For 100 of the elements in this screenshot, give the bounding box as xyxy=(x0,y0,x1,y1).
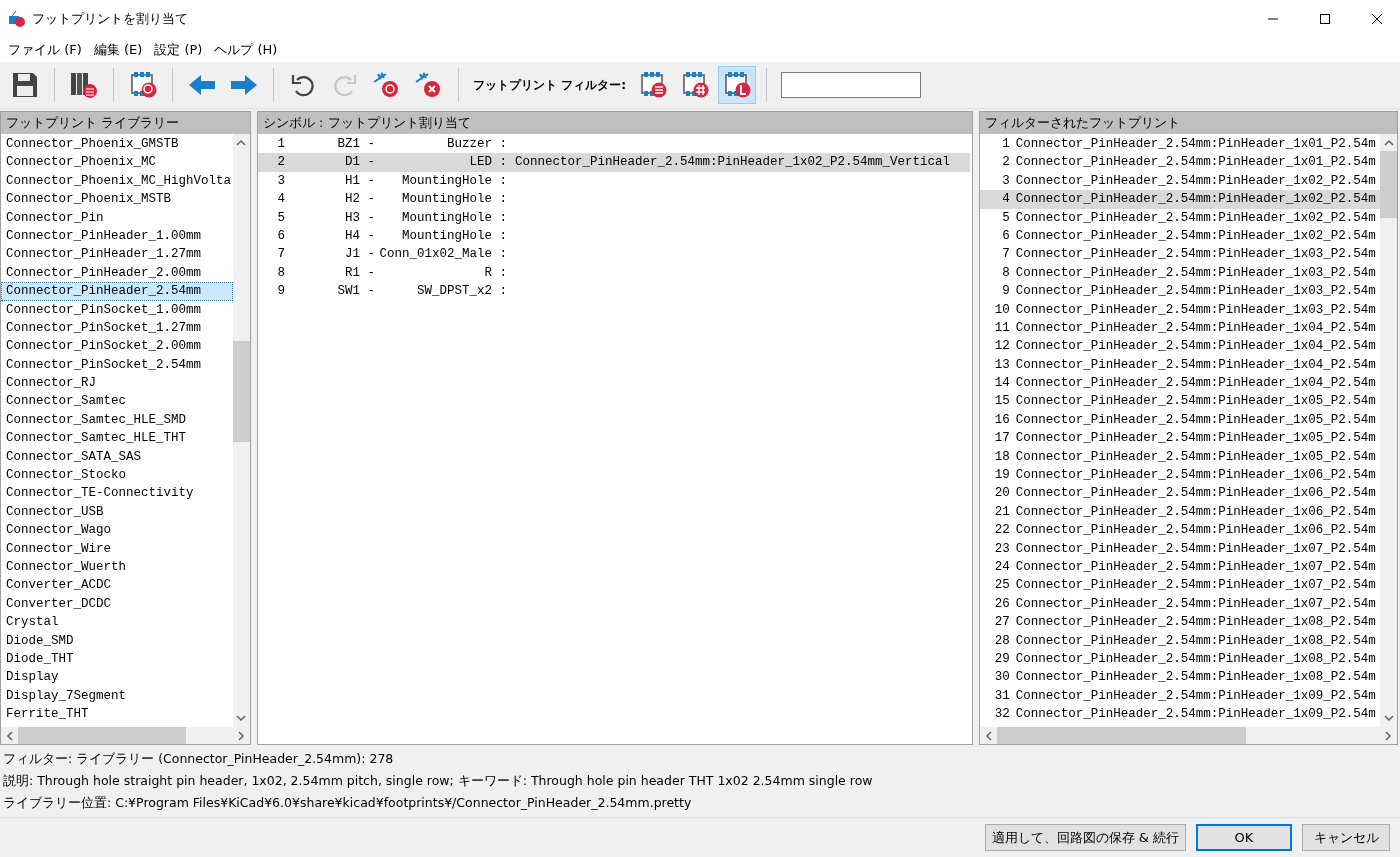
footprint-item[interactable]: 12 Connector_PinHeader_2.54mm:PinHeader_1x04_P2.54m xyxy=(979,337,1380,356)
row-number: 6 xyxy=(1001,227,1010,245)
footprint-item[interactable]: 24 Connector_PinHeader_2.54mm:PinHeader_1x07_P2.54m xyxy=(979,558,1380,577)
footprint-item[interactable]: 5 Connector_PinHeader_2.54mm:PinHeader_1x02_P2.54m xyxy=(979,208,1380,227)
library-item[interactable]: Crystal xyxy=(1,613,233,632)
library-item[interactable]: Connector_TE-Connectivity xyxy=(1,484,233,503)
footprint-item[interactable]: 18 Connector_PinHeader_2.54mm:PinHeader_1x05_P2.54m xyxy=(979,447,1380,467)
library-item[interactable]: Connector_Wire xyxy=(1,539,233,558)
scroll-left-icon[interactable] xyxy=(6,730,13,741)
library-item[interactable]: Diode_SMD xyxy=(1,631,233,650)
footprint-item[interactable]: 7 Connector_PinHeader_2.54mm:PinHeader_1x03_P2.54m xyxy=(979,245,1380,264)
footprint-item[interactable]: 2 Connector_PinHeader_2.54mm:PinHeader_1x01_P2.54m xyxy=(979,153,1380,172)
library-item[interactable]: Connector_Wuerth xyxy=(1,558,233,577)
library-item[interactable]: Ferrite_THT xyxy=(1,705,233,724)
close-icon[interactable] xyxy=(1372,14,1382,24)
library-item[interactable]: Connector_SATA_SAS xyxy=(1,447,233,467)
ok-button[interactable]: OK xyxy=(1196,824,1292,851)
footprint-item[interactable]: 21 Connector_PinHeader_2.54mm:PinHeader_1x06_P2.54m xyxy=(979,502,1380,522)
scrollbar-thumb[interactable] xyxy=(232,341,250,442)
footprint-item[interactable]: 32 Connector_PinHeader_2.54mm:PinHeader_1x09_P2.54m xyxy=(979,705,1380,724)
scroll-up-icon[interactable] xyxy=(236,139,247,146)
library-item[interactable]: Connector_Samtec xyxy=(1,392,233,411)
scrollbar-thumb[interactable] xyxy=(1380,151,1397,219)
footprint-item[interactable]: 15 Connector_PinHeader_2.54mm:PinHeader_1x05_P2.54m xyxy=(979,392,1380,411)
footprint-item[interactable]: 16 Connector_PinHeader_2.54mm:PinHeader_1x05_P2.54m xyxy=(979,410,1380,430)
symbol-row[interactable]: 4 H2 - MountingHole : xyxy=(257,190,970,209)
menu-item[interactable]: 設定 (P) xyxy=(148,41,209,59)
symbol-row[interactable]: 5 H3 - MountingHole : xyxy=(257,208,970,227)
footprint-item[interactable]: 6 Connector_PinHeader_2.54mm:PinHeader_1x02_P2.54m xyxy=(979,226,1380,246)
menu-item[interactable]: ファイル (F) xyxy=(2,41,88,59)
row-number: 19 xyxy=(993,467,1010,485)
library-item[interactable]: Connector_PinSocket_2.54mm xyxy=(1,355,233,375)
library-item[interactable]: Connector_Phoenix_MSTB xyxy=(1,190,233,209)
scroll-right-icon[interactable] xyxy=(237,730,245,741)
scroll-left-icon[interactable] xyxy=(984,730,992,741)
footprint-item[interactable]: 4 Connector_PinHeader_2.54mm:PinHeader_1x02_P2.54m xyxy=(979,190,1380,209)
library-item[interactable]: Connector_Phoenix_GMSTB xyxy=(1,135,233,154)
footprint-item[interactable]: 19 Connector_PinHeader_2.54mm:PinHeader_1x06_P2.54m xyxy=(979,466,1380,485)
library-item[interactable]: Connector_PinSocket_1.00mm xyxy=(1,300,233,319)
filter-search-field[interactable] xyxy=(781,72,921,98)
footprint-item[interactable]: 1 Connector_PinHeader_2.54mm:PinHeader_1x01_P2.54m xyxy=(979,135,1380,154)
library-filter-icon[interactable] xyxy=(718,66,756,104)
scrollbar-thumb[interactable] xyxy=(996,727,1246,744)
footprint-item[interactable]: 28 Connector_PinHeader_2.54mm:PinHeader_1x08_P2.54m xyxy=(979,631,1380,650)
footprint-name: Connector_PinHeader_2.54mm:PinHeader_1x08_P2.54m xyxy=(1015,632,1376,650)
footprint-item[interactable]: 20 Connector_PinHeader_2.54mm:PinHeader_1x06_P2.54m xyxy=(979,484,1380,503)
dialog-button[interactable]: 適用して、回路図の保存 & 続行 xyxy=(984,824,1186,851)
scroll-down-icon[interactable] xyxy=(1383,715,1394,722)
symbol-row[interactable]: 8 R1 - R : xyxy=(257,263,970,283)
footprint-item[interactable]: 23 Connector_PinHeader_2.54mm:PinHeader_1x07_P2.54m xyxy=(979,539,1380,558)
footprint-item[interactable]: 3 Connector_PinHeader_2.54mm:PinHeader_1x02_P2.54m xyxy=(979,171,1380,191)
footprint-item[interactable]: 10 Connector_PinHeader_2.54mm:PinHeader_1x03_P2.54m xyxy=(979,300,1380,319)
footprint-item[interactable]: 8 Connector_PinHeader_2.54mm:PinHeader_1x03_P2.54m xyxy=(979,263,1380,283)
menu-item[interactable]: 編集 (E) xyxy=(87,41,149,59)
library-item[interactable]: Converter_DCDC xyxy=(1,594,233,614)
library-item[interactable]: Connector_PinHeader_2.00mm xyxy=(1,263,233,283)
library-item[interactable]: Connector_USB xyxy=(1,502,233,522)
footprint-item[interactable]: 22 Connector_PinHeader_2.54mm:PinHeader_1x06_P2.54m xyxy=(979,521,1380,540)
symbol-row[interactable]: 1 BZ1 - Buzzer : xyxy=(257,135,970,154)
library-item[interactable]: Connector_PinHeader_2.54mm xyxy=(1,282,233,301)
symbol-row[interactable]: 9 SW1 - SW_DPST_x2 : xyxy=(257,282,970,301)
footprint-item[interactable]: 13 Connector_PinHeader_2.54mm:PinHeader_1x04_P2.54m xyxy=(979,355,1380,375)
scroll-right-icon[interactable] xyxy=(1385,730,1392,741)
dialog-button[interactable]: キャンセル xyxy=(1302,824,1390,851)
scrollbar-thumb[interactable] xyxy=(18,727,186,744)
reference-cell-text: R1 - xyxy=(343,264,375,282)
symbol-row[interactable]: 3 H1 - MountingHole : xyxy=(257,171,970,191)
library-item[interactable]: Connector_PinHeader_1.00mm xyxy=(1,226,233,246)
footprint-item[interactable]: 14 Connector_PinHeader_2.54mm:PinHeader_1x04_P2.54m xyxy=(979,374,1380,393)
symbol-row[interactable]: 2 D1 - LED : Connector_PinHeader_2.54mm:PinHeader_1x02_P2.54mm_Vertical xyxy=(257,153,970,172)
menu-item[interactable]: ヘルプ (H) xyxy=(208,41,284,59)
library-item[interactable]: Display_7Segment xyxy=(1,686,233,706)
footprint-item[interactable]: 30 Connector_PinHeader_2.54mm:PinHeader_1x08_P2.54m xyxy=(979,668,1380,687)
library-item[interactable]: Connector_Stocko xyxy=(1,466,233,485)
footprint-item[interactable]: 29 Connector_PinHeader_2.54mm:PinHeader_1x08_P2.54m xyxy=(979,649,1380,669)
library-item[interactable]: Connector_PinHeader_1.27mm xyxy=(1,245,233,264)
library-item[interactable]: Connector_Samtec_HLE_THT xyxy=(1,429,233,448)
library-item[interactable]: Connector_PinSocket_2.00mm xyxy=(1,337,233,356)
library-item[interactable]: Connector_Phoenix_MC xyxy=(1,153,233,172)
library-item[interactable]: Connector_Wago xyxy=(1,521,233,540)
library-item[interactable]: Diode_THT xyxy=(1,649,233,669)
library-item[interactable]: Converter_ACDC xyxy=(1,576,233,595)
library-item[interactable]: Display xyxy=(1,668,233,687)
scroll-down-icon[interactable] xyxy=(236,715,247,722)
maximize-icon[interactable] xyxy=(1320,14,1330,24)
symbol-row[interactable]: 6 H4 - MountingHole : xyxy=(257,226,970,246)
library-item[interactable]: Connector_Samtec_HLE_SMD xyxy=(1,410,233,430)
library-item[interactable]: Connector_RJ xyxy=(1,374,233,393)
library-item[interactable]: Connector_Phoenix_MC_HighVolta xyxy=(1,171,233,191)
library-item[interactable]: Connector_Pin xyxy=(1,208,233,227)
footprint-item[interactable]: 27 Connector_PinHeader_2.54mm:PinHeader_1x08_P2.54m xyxy=(979,613,1380,632)
symbol-row[interactable]: 7 J1 - Conn_01x02_Male : xyxy=(257,245,970,264)
footprint-item[interactable]: 31 Connector_PinHeader_2.54mm:PinHeader_1x09_P2.54m xyxy=(979,686,1380,706)
footprint-item[interactable]: 26 Connector_PinHeader_2.54mm:PinHeader_1x07_P2.54m xyxy=(979,594,1380,614)
footprint-item[interactable]: 11 Connector_PinHeader_2.54mm:PinHeader_1x04_P2.54m xyxy=(979,318,1380,338)
library-item[interactable]: Connector_PinSocket_1.27mm xyxy=(1,318,233,338)
footprint-item[interactable]: 25 Connector_PinHeader_2.54mm:PinHeader_1x07_P2.54m xyxy=(979,576,1380,595)
footprint-item[interactable]: 9 Connector_PinHeader_2.54mm:PinHeader_1x03_P2.54m xyxy=(979,282,1380,301)
footprint-item[interactable]: 17 Connector_PinHeader_2.54mm:PinHeader_1x05_P2.54m xyxy=(979,429,1380,448)
scroll-up-icon[interactable] xyxy=(1383,139,1394,146)
